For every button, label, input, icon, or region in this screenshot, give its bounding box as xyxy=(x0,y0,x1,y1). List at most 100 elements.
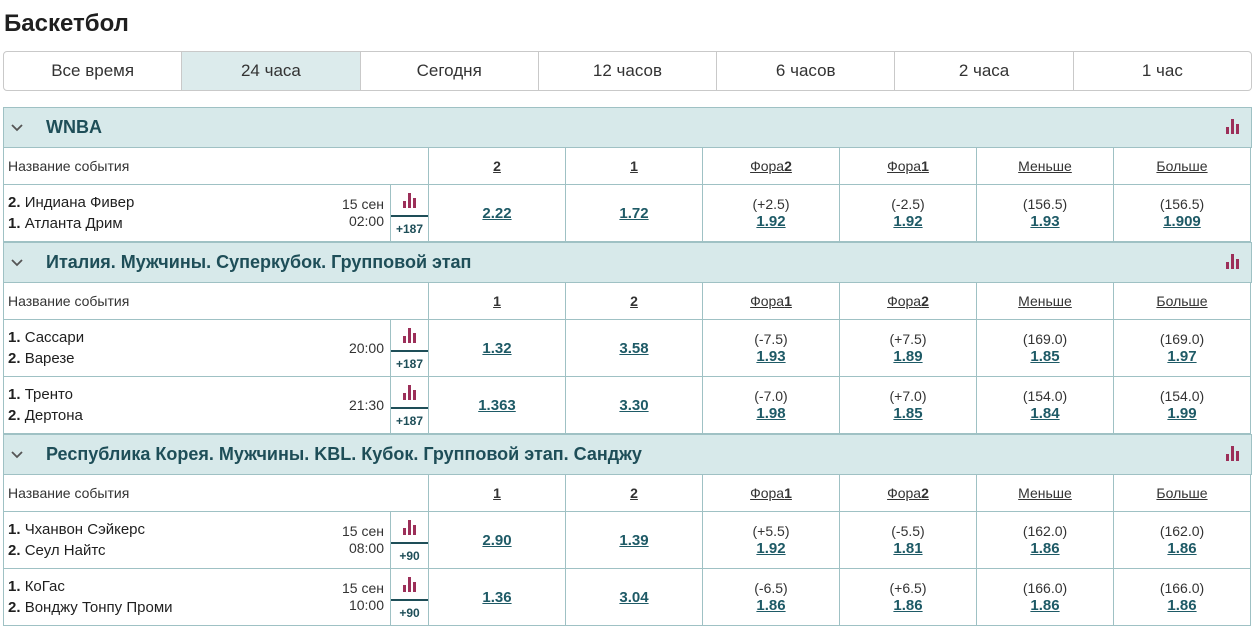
odd-outcome-b[interactable]: 1.39 xyxy=(619,532,648,549)
col-handicap-b[interactable]: Фора 1 xyxy=(840,148,977,185)
odd-under[interactable]: 1.86 xyxy=(1030,597,1059,614)
col-handicap-a[interactable]: Фора 1 xyxy=(703,283,840,320)
col-handicap-a[interactable]: Фора 1 xyxy=(703,475,840,512)
odd-outcome-b[interactable]: 3.58 xyxy=(619,340,648,357)
more-markets-button[interactable]: +187 xyxy=(391,350,428,376)
event-teams[interactable]: 2. Индиана Фивер 1. Атланта Дрим xyxy=(4,185,324,241)
time-filter-2[interactable]: Сегодня xyxy=(361,52,539,90)
league-header[interactable]: Италия. Мужчины. Суперкубок. Групповой э… xyxy=(3,242,1252,282)
col-under[interactable]: Меньше xyxy=(977,148,1114,185)
odd-outcome-a[interactable]: 1.32 xyxy=(482,340,511,357)
table-header: Название события 1 2 Фора 1 Фора 2 Меньше … xyxy=(3,474,1252,512)
chevron-down-icon[interactable] xyxy=(4,108,30,148)
col-over[interactable]: Больше xyxy=(1114,475,1251,512)
chevron-down-icon[interactable] xyxy=(4,435,30,475)
event-cell[interactable]: 2. Индиана Фивер 1. Атланта Дрим 15 сен … xyxy=(4,185,429,242)
event-teams[interactable]: 1. Чханвон Сэйкерс 2. Сеул Найтс xyxy=(4,512,324,568)
total-over-value: (169.0) xyxy=(1159,331,1205,347)
col-outcome-b[interactable]: 1 xyxy=(566,148,703,185)
col-outcome-a[interactable]: 1 xyxy=(429,283,566,320)
league-stats-icon[interactable] xyxy=(1225,118,1243,136)
event-stats-icon[interactable] xyxy=(391,569,428,599)
league-header[interactable]: Республика Корея. Мужчины. KBL. Кубок. Г… xyxy=(3,434,1252,474)
odd-under[interactable]: 1.85 xyxy=(1030,348,1059,365)
handicap-a-value: (-7.0) xyxy=(754,388,788,404)
time-filter-4[interactable]: 6 часов xyxy=(717,52,896,90)
col-outcome-a[interactable]: 2 xyxy=(429,148,566,185)
odd-handicap-b[interactable]: 1.81 xyxy=(893,540,922,557)
event-extra: +90 xyxy=(390,512,428,568)
col-outcome-b[interactable]: 2 xyxy=(566,283,703,320)
col-under[interactable]: Меньше xyxy=(977,283,1114,320)
time-filter-bar: Все время 24 часа Сегодня 12 часов 6 часов 2 … xyxy=(3,51,1252,91)
chevron-down-icon[interactable] xyxy=(4,243,30,283)
col-outcome-b[interactable]: 2 xyxy=(566,475,703,512)
event-cell[interactable]: 1. Тренто 2. Дертона 21:30 +187 xyxy=(4,377,429,434)
league-header[interactable]: WNBA xyxy=(3,107,1252,147)
event-time: 15 сен 08:00 xyxy=(342,523,384,556)
odd-handicap-a[interactable]: 1.93 xyxy=(756,348,785,365)
odd-outcome-a[interactable]: 2.90 xyxy=(482,532,511,549)
col-under[interactable]: Меньше xyxy=(977,475,1114,512)
event-cell[interactable]: 1. Чханвон Сэйкерс 2. Сеул Найтс 15 сен … xyxy=(4,512,429,569)
col-handicap-b[interactable]: Фора 2 xyxy=(840,283,977,320)
event-extra: +187 xyxy=(390,185,428,241)
team-2: Вонджу Тонпу Проми xyxy=(24,599,173,616)
odd-handicap-a[interactable]: 1.92 xyxy=(756,540,785,557)
odd-handicap-b[interactable]: 1.92 xyxy=(893,213,922,230)
odd-handicap-a[interactable]: 1.98 xyxy=(756,405,785,422)
col-handicap-a[interactable]: Фора 2 xyxy=(703,148,840,185)
col-over[interactable]: Больше xyxy=(1114,148,1251,185)
event-name-header: Название события xyxy=(4,475,429,512)
event-stats-icon[interactable] xyxy=(391,320,428,350)
odd-over[interactable]: 1.99 xyxy=(1167,405,1196,422)
page: Баскетбол Все время 24 часа Сегодня 12 часо… xyxy=(0,0,1253,635)
odd-over[interactable]: 1.97 xyxy=(1167,348,1196,365)
odd-under[interactable]: 1.86 xyxy=(1030,540,1059,557)
event-teams[interactable]: 1. КоГас 2. Вонджу Тонпу Проми xyxy=(4,569,324,625)
league-title: WNBA xyxy=(46,117,102,137)
odd-outcome-b[interactable]: 3.04 xyxy=(619,589,648,606)
odd-handicap-b[interactable]: 1.85 xyxy=(893,405,922,422)
league-stats-icon[interactable] xyxy=(1225,445,1243,463)
time-filter-5[interactable]: 2 часа xyxy=(895,52,1074,90)
odd-handicap-a[interactable]: 1.86 xyxy=(756,597,785,614)
more-markets-button[interactable]: +90 xyxy=(391,599,428,625)
time-filter-6[interactable]: 1 час xyxy=(1074,52,1251,90)
odd-outcome-a[interactable]: 1.363 xyxy=(478,397,516,414)
total-under-value: (154.0) xyxy=(1022,388,1068,404)
odd-over[interactable]: 1.86 xyxy=(1167,597,1196,614)
odd-over[interactable]: 1.909 xyxy=(1163,213,1201,230)
event-teams[interactable]: 1. Сассари 2. Варезе xyxy=(4,320,324,376)
odd-under[interactable]: 1.84 xyxy=(1030,405,1059,422)
time-filter-3[interactable]: 12 часов xyxy=(539,52,718,90)
more-markets-button[interactable]: +90 xyxy=(391,542,428,568)
more-markets-button[interactable]: +187 xyxy=(391,407,428,433)
league-stats-icon[interactable] xyxy=(1225,253,1243,271)
odd-outcome-b[interactable]: 3.30 xyxy=(619,397,648,414)
odd-outcome-a[interactable]: 2.22 xyxy=(482,205,511,222)
event-cell[interactable]: 1. КоГас 2. Вонджу Тонпу Проми 15 сен 10… xyxy=(4,569,429,626)
event-cell[interactable]: 1. Сассари 2. Варезе 20:00 +187 xyxy=(4,320,429,377)
event-stats-icon[interactable] xyxy=(391,185,428,215)
odd-handicap-b[interactable]: 1.86 xyxy=(893,597,922,614)
time-filter-1[interactable]: 24 часа xyxy=(182,52,361,90)
col-outcome-a[interactable]: 1 xyxy=(429,475,566,512)
event-stats-icon[interactable] xyxy=(391,512,428,542)
event-teams[interactable]: 1. Тренто 2. Дертона xyxy=(4,377,324,433)
time-filter-0[interactable]: Все время xyxy=(4,52,183,90)
event-extra: +187 xyxy=(390,377,428,433)
odd-handicap-a[interactable]: 1.92 xyxy=(756,213,785,230)
col-over[interactable]: Больше xyxy=(1114,283,1251,320)
page-title: Баскетбол xyxy=(4,10,129,37)
table-row: 1. КоГас 2. Вонджу Тонпу Проми 15 сен 10… xyxy=(3,569,1252,626)
event-stats-icon[interactable] xyxy=(391,377,428,407)
odd-outcome-b[interactable]: 1.72 xyxy=(619,205,648,222)
odd-handicap-b[interactable]: 1.89 xyxy=(893,348,922,365)
odd-outcome-a[interactable]: 1.36 xyxy=(482,589,511,606)
odd-over[interactable]: 1.86 xyxy=(1167,540,1196,557)
odd-under[interactable]: 1.93 xyxy=(1030,213,1059,230)
col-handicap-b[interactable]: Фора 2 xyxy=(840,475,977,512)
more-markets-button[interactable]: +187 xyxy=(391,215,428,241)
handicap-a-value: (-6.5) xyxy=(754,580,788,596)
